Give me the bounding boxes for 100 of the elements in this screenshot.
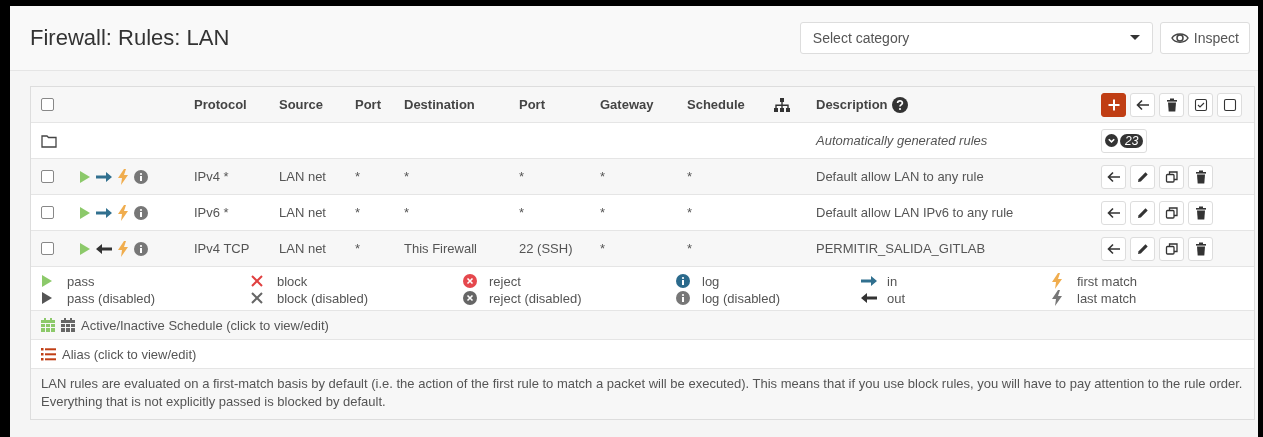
lightning-icon [117,168,129,185]
column-header: Port [355,97,382,112]
edit-button[interactable] [1130,236,1155,261]
pencil-icon [1135,169,1150,184]
delete-button[interactable] [1188,236,1213,261]
checkbox[interactable] [41,242,54,255]
schedule-note: Active/Inactive Schedule (click to view/edit) [81,317,329,333]
legend-label: out [887,290,906,306]
eye-icon [1170,31,1189,45]
pencil-icon [1135,205,1150,220]
table-cell-text: This Firewall [404,241,478,256]
checkbox[interactable] [41,170,54,183]
table-cell-text: * [404,169,411,184]
legend-label: block (disabled) [277,290,369,306]
lightning-icon [1051,290,1063,306]
list-icon [41,347,56,361]
delete-button[interactable] [1188,200,1213,225]
column-header: Source [279,97,325,112]
disable-button[interactable] [1217,92,1242,117]
column-header: Schedule [687,97,746,112]
edit-button[interactable] [1130,164,1155,189]
delete-button[interactable] [1188,164,1213,189]
move-button[interactable] [1101,200,1126,225]
info-icon [134,169,148,184]
info-text: LAN rules are evaluated on a first-match basis by default (i.e. the action of the first rule to match a packet will be executed). This means that if you use block rules, you will have to pay attention to the rule order. Everything that is not explicitly passed is blocked by default. [31,369,1254,419]
legend-label: block [277,273,308,289]
caret-icon [1129,35,1140,41]
arrow-left-icon [96,242,112,255]
add-button[interactable] [1101,92,1126,117]
legend-label: last match [1077,290,1137,306]
cross-icon [251,275,263,287]
table-cell-text: * [600,169,607,184]
table-cell-text: LAN net [279,169,327,184]
arrow-left-icon [1106,241,1121,256]
copy-icon [1164,205,1179,220]
column-header: Description [816,97,888,112]
calendar-icon [41,318,55,332]
square-icon [1222,97,1237,112]
play-icon [41,291,53,305]
table-cell-text: * [355,205,362,220]
column-header: Destination [404,97,476,112]
table-cell-text: PERMITIR_SALIDA_GITLAB [816,241,987,256]
arrow-left-icon [861,292,877,304]
table-cell-text: * [355,169,362,184]
move-button[interactable] [1130,92,1155,117]
table-cell-text: * [519,169,526,184]
play-icon [79,169,91,184]
table-cell-text: 22 (SSH) [519,241,574,256]
delete-button[interactable] [1159,92,1184,117]
arrow-left-icon [1106,205,1121,220]
table-cell-text: LAN net [279,205,327,220]
chevron-down-icon [1105,134,1118,147]
table-cell-text: * [355,241,362,256]
arrow-right-icon [96,206,112,219]
table-cell-text: * [519,205,526,220]
copy-button[interactable] [1159,236,1184,261]
cross-icon [251,292,263,304]
table-cell-text: * [687,241,694,256]
table-cell-text: LAN net [279,241,327,256]
inspect-button[interactable]: Inspect [1159,22,1250,54]
pencil-icon [1135,241,1150,256]
expand-button[interactable]: 23 [1101,128,1148,153]
legend-label: reject (disabled) [489,290,582,306]
group-description: Automatically generated rules [816,133,989,148]
trash-icon [1164,97,1179,112]
plus-icon [1106,97,1121,112]
legend-label: first match [1077,273,1137,289]
copy-button[interactable] [1159,164,1184,189]
column-header: Protocol [194,97,248,112]
play-icon [79,241,91,256]
table-cell-text: * [600,241,607,256]
move-button[interactable] [1101,164,1126,189]
table-cell-text: * [687,169,694,184]
trash-icon [1193,241,1208,256]
lightning-icon [117,240,129,257]
reject-icon [463,274,477,288]
enable-button[interactable] [1188,92,1213,117]
trash-icon [1193,205,1208,220]
copy-icon [1164,241,1179,256]
trash-icon [1193,169,1208,184]
copy-button[interactable] [1159,200,1184,225]
folder-icon [41,133,57,148]
arrow-right-icon [96,170,112,183]
lightning-icon [117,204,129,221]
checkbox[interactable] [41,98,54,111]
network-icon [774,97,790,112]
help-icon[interactable] [891,96,908,113]
copy-icon [1164,169,1179,184]
column-header: Port [519,97,546,112]
edit-button[interactable] [1130,200,1155,225]
legend-label: in [887,273,898,289]
legend-label: pass [67,273,95,289]
page-title: Firewall: Rules: LAN [30,25,231,51]
arrow-left-icon [1135,97,1150,112]
move-button[interactable] [1101,236,1126,261]
category-select[interactable]: Select category [799,22,1153,54]
checkbox[interactable] [41,206,54,219]
table-cell-text: IPv6 * [194,205,230,220]
info-icon [134,241,148,256]
calendar-icon [61,318,75,332]
